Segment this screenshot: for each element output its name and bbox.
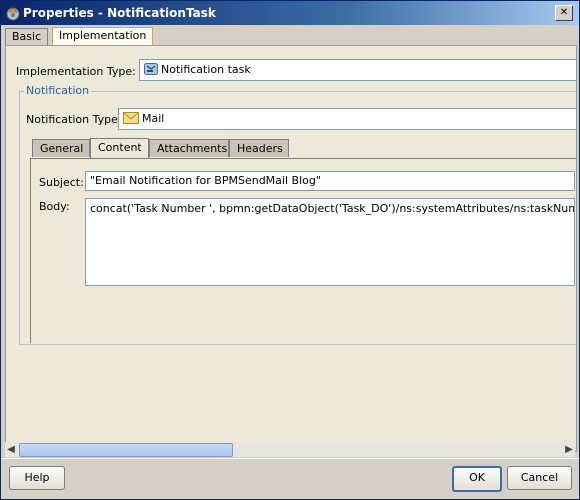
body-textarea[interactable]: concat('Task Number ', bpmn:getDataObjec… bbox=[85, 198, 575, 286]
footer-divider bbox=[1, 458, 579, 459]
close-button[interactable]: ✕ bbox=[555, 5, 573, 21]
implementation-type-value: Notification task bbox=[161, 63, 251, 76]
tab-headers-label: Headers bbox=[237, 142, 283, 155]
title-bar: Properties - NotificationTask ✕ bbox=[1, 1, 579, 25]
cancel-button[interactable]: Cancel bbox=[507, 466, 572, 490]
tab-general-label: General bbox=[40, 142, 84, 155]
subject-input[interactable]: "Email Notification for BPMSendMail Blog… bbox=[85, 171, 575, 191]
notification-type-value: Mail bbox=[142, 112, 165, 125]
horizontal-scrollbar[interactable]: ◀ ▶ bbox=[5, 442, 575, 457]
scroll-right-icon[interactable]: ▶ bbox=[565, 444, 573, 455]
scroll-left-icon[interactable]: ◀ bbox=[7, 444, 15, 455]
window-title: Properties - NotificationTask bbox=[23, 6, 216, 20]
app-icon bbox=[6, 7, 20, 21]
body-label: Body: bbox=[39, 200, 70, 213]
notification-task-icon bbox=[144, 63, 158, 75]
tab-implementation-label: Implementation bbox=[59, 29, 147, 42]
tab-attachments-label: Attachments bbox=[157, 142, 228, 155]
tab-implementation[interactable]: Implementation bbox=[52, 27, 154, 46]
tab-basic[interactable]: Basic bbox=[5, 28, 49, 45]
help-button[interactable]: Help bbox=[9, 466, 65, 490]
ok-button-label: OK bbox=[469, 471, 485, 484]
tab-general[interactable]: General bbox=[32, 139, 90, 157]
tab-content[interactable]: Content bbox=[90, 138, 149, 158]
implementation-panel: Implementation Type: Notification task N… bbox=[5, 45, 577, 452]
scroll-thumb[interactable] bbox=[19, 443, 233, 457]
close-icon: ✕ bbox=[559, 7, 569, 18]
cancel-button-label: Cancel bbox=[520, 471, 559, 484]
properties-dialog: Properties - NotificationTask ✕ Basic Im… bbox=[0, 0, 580, 500]
notification-legend: Notification bbox=[24, 84, 92, 97]
tab-content-label: Content bbox=[98, 141, 142, 154]
notification-type-select[interactable]: Mail bbox=[118, 108, 576, 130]
implementation-type-label: Implementation Type: bbox=[16, 65, 136, 78]
implementation-type-select[interactable]: Notification task bbox=[139, 59, 576, 81]
help-button-label: Help bbox=[24, 471, 50, 484]
subject-label: Subject: bbox=[39, 176, 84, 189]
tab-headers[interactable]: Headers bbox=[229, 139, 289, 157]
tab-attachments[interactable]: Attachments bbox=[149, 139, 229, 157]
mail-icon bbox=[123, 112, 139, 124]
notification-type-label: Notification Type: bbox=[26, 113, 122, 126]
tab-basic-label: Basic bbox=[12, 30, 42, 43]
ok-button[interactable]: OK bbox=[452, 466, 502, 492]
